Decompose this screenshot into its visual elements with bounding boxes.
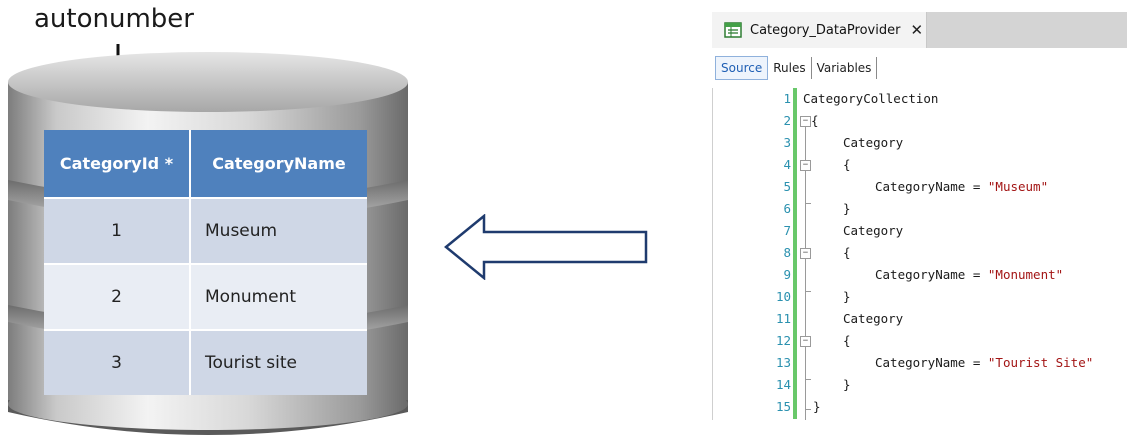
table-row: 3 Tourist site: [44, 329, 367, 395]
code-line: 9 CategoryName = "Monument": [713, 264, 1127, 286]
line-number: 8: [783, 245, 791, 260]
code-text: Category: [843, 311, 904, 326]
code-line: 8 {: [713, 242, 1127, 264]
autonumber-label: autonumber: [34, 4, 194, 34]
category-table: CategoryId * CategoryName 1 Museum 2 Mon…: [44, 130, 367, 395]
code-text: }: [843, 289, 851, 304]
code-text: }: [843, 377, 851, 392]
line-number: 13: [775, 355, 791, 370]
cell-name: Museum: [190, 197, 367, 264]
table-header-row: CategoryId * CategoryName: [44, 130, 367, 198]
code-text: CategoryCollection: [803, 91, 939, 106]
editor-subtabs: Source Rules Variables: [712, 54, 1127, 82]
code-text: {: [843, 245, 851, 260]
line-number: 6: [783, 201, 791, 216]
table-row: 1 Museum: [44, 197, 367, 264]
code-line: 2 {: [713, 110, 1127, 132]
line-number: 5: [783, 179, 791, 194]
code-text: Category: [843, 135, 904, 150]
cylinder-top: [8, 52, 408, 112]
data-provider-icon: [724, 22, 742, 38]
line-number: 2: [783, 113, 791, 128]
code-line: 15 }: [713, 396, 1127, 418]
code-text: {: [843, 157, 851, 172]
code-line: 7 Category: [713, 220, 1127, 242]
code-text: CategoryName = "Tourist Site": [875, 355, 1094, 370]
code-text: Category: [843, 223, 904, 238]
cell-id: 1: [44, 197, 191, 264]
line-number: 7: [783, 223, 791, 238]
line-number: 14: [775, 377, 791, 392]
tab-source[interactable]: Source: [715, 56, 769, 80]
code-line: 4 {: [713, 154, 1127, 176]
code-editor[interactable]: − − − − 1 CategoryCollection 2 { 3 Categ…: [712, 88, 1127, 420]
code-line: 13 CategoryName = "Tourist Site": [713, 352, 1127, 374]
code-line: 5 CategoryName = "Museum": [713, 176, 1127, 198]
line-number: 12: [775, 333, 791, 348]
line-number: 15: [775, 399, 791, 414]
line-number: 11: [775, 311, 791, 326]
tab-variables[interactable]: Variables: [812, 57, 878, 79]
code-line: 10 }: [713, 286, 1127, 308]
document-tab-strip: Category_DataProvider ✕: [712, 12, 1127, 48]
code-line: 11 Category: [713, 308, 1127, 330]
left-arrow-icon: [444, 214, 648, 280]
code-text: CategoryName = "Monument": [875, 267, 1064, 282]
column-header-categoryname: CategoryName: [190, 130, 367, 198]
data-provider-editor: Category_DataProvider ✕ Source Rules Var…: [712, 12, 1127, 420]
line-number: 10: [775, 289, 791, 304]
code-text: CategoryName = "Museum": [875, 179, 1049, 194]
table-row: 2 Monument: [44, 263, 367, 330]
line-number: 1: [783, 91, 791, 106]
document-tab-title: Category_DataProvider: [750, 22, 901, 38]
code-line: 1 CategoryCollection: [713, 88, 1127, 110]
cell-id: 3: [44, 329, 191, 395]
code-line: 12 {: [713, 330, 1127, 352]
column-header-categoryid: CategoryId *: [44, 130, 191, 198]
cell-name: Tourist site: [190, 329, 367, 395]
code-text: {: [843, 333, 851, 348]
code-text: }: [813, 399, 821, 414]
code-line: 3 Category: [713, 132, 1127, 154]
document-tab[interactable]: Category_DataProvider ✕: [712, 12, 927, 48]
line-number: 4: [783, 157, 791, 172]
code-text: }: [843, 201, 851, 216]
close-icon[interactable]: ✕: [910, 21, 923, 39]
tab-rules[interactable]: Rules: [768, 57, 812, 79]
cell-id: 2: [44, 263, 191, 330]
line-number: 3: [783, 135, 791, 150]
cell-name: Monument: [190, 263, 367, 330]
code-line: 14 }: [713, 374, 1127, 396]
line-number: 9: [783, 267, 791, 282]
code-text: {: [811, 113, 819, 128]
code-line: 6 }: [713, 198, 1127, 220]
